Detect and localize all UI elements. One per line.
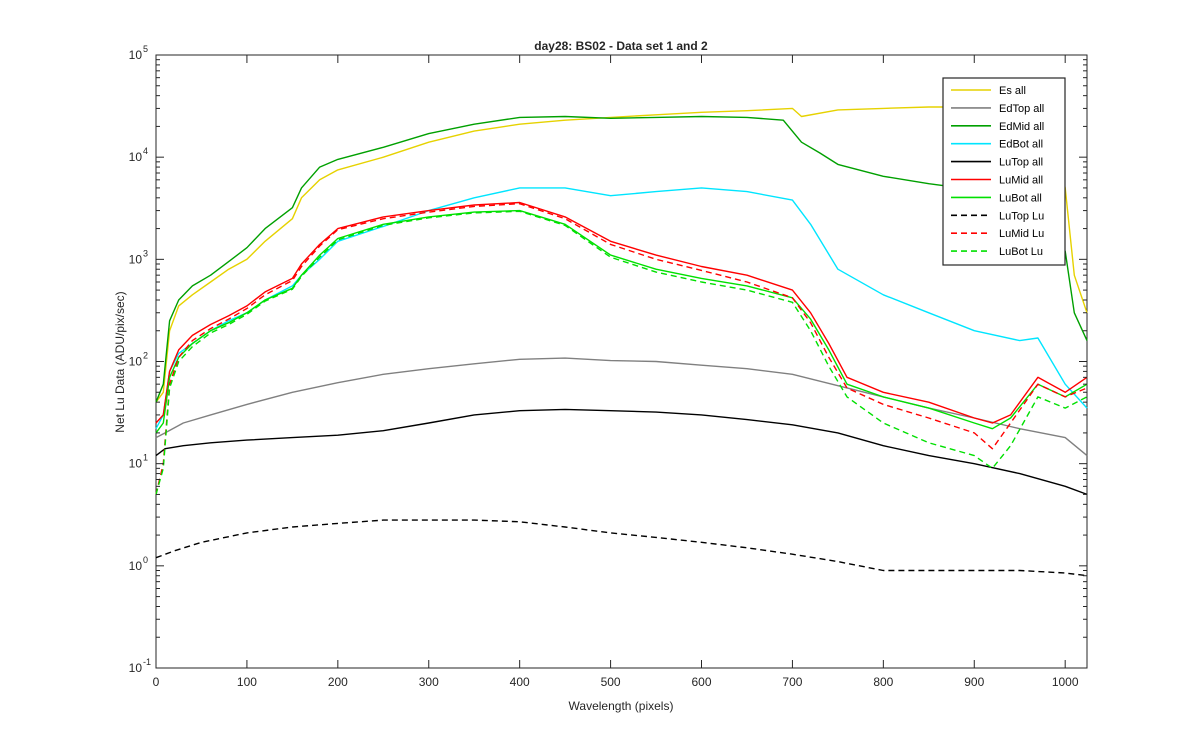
- chart-title: day28: BS02 - Data set 1 and 2: [534, 39, 708, 53]
- y-tick-label: 10: [129, 457, 143, 471]
- y-tick-label: 10: [129, 559, 143, 573]
- y-tick-exponent: -1: [143, 657, 151, 667]
- legend-label: EdMid all: [999, 121, 1044, 133]
- y-tick-label: 10: [129, 150, 143, 164]
- chart: day28: BS02 - Data set 1 and 2 Wavelengt…: [0, 0, 1200, 750]
- y-axis-label: Net Lu Data (ADU/pix/sec): [113, 291, 127, 432]
- x-tick-label: 600: [691, 675, 711, 689]
- x-tick-label: 0: [153, 675, 160, 689]
- x-tick-label: 400: [510, 675, 530, 689]
- y-tick-exponent: 5: [143, 44, 148, 54]
- x-tick-label: 200: [328, 675, 348, 689]
- x-axis-label: Wavelength (pixels): [569, 699, 674, 713]
- legend-label: LuTop Lu: [999, 210, 1044, 222]
- x-tick-label: 1000: [1052, 675, 1079, 689]
- legend: Es all EdTop all EdMid all EdBot all LuTop a…: [942, 77, 1066, 266]
- legend-label: LuBot all: [999, 192, 1042, 204]
- y-tick-exponent: 4: [143, 146, 148, 156]
- y-tick-exponent: 0: [143, 555, 148, 565]
- y-tick-exponent: 1: [143, 453, 148, 463]
- x-tick-label: 100: [237, 675, 257, 689]
- y-tick-label: 10: [129, 48, 143, 62]
- y-tick-label: 10: [129, 355, 143, 369]
- x-tick-label: 700: [782, 675, 802, 689]
- y-tick-label: 10: [129, 661, 143, 675]
- x-tick-label: 300: [419, 675, 439, 689]
- legend-label: LuMid all: [999, 175, 1043, 187]
- x-tick-label: 800: [873, 675, 893, 689]
- legend-label: LuMid Lu: [999, 228, 1044, 240]
- y-tick-label: 10: [129, 252, 143, 266]
- y-tick-exponent: 3: [143, 248, 148, 258]
- y-tick-exponent: 2: [143, 351, 148, 361]
- legend-label: LuTop all: [999, 157, 1043, 169]
- legend-label: EdBot all: [999, 139, 1043, 151]
- x-tick-label: 500: [601, 675, 621, 689]
- legend-label: EdTop all: [999, 103, 1044, 115]
- legend-label: LuBot Lu: [999, 246, 1043, 258]
- legend-label: Es all: [999, 85, 1026, 97]
- x-tick-label: 900: [964, 675, 984, 689]
